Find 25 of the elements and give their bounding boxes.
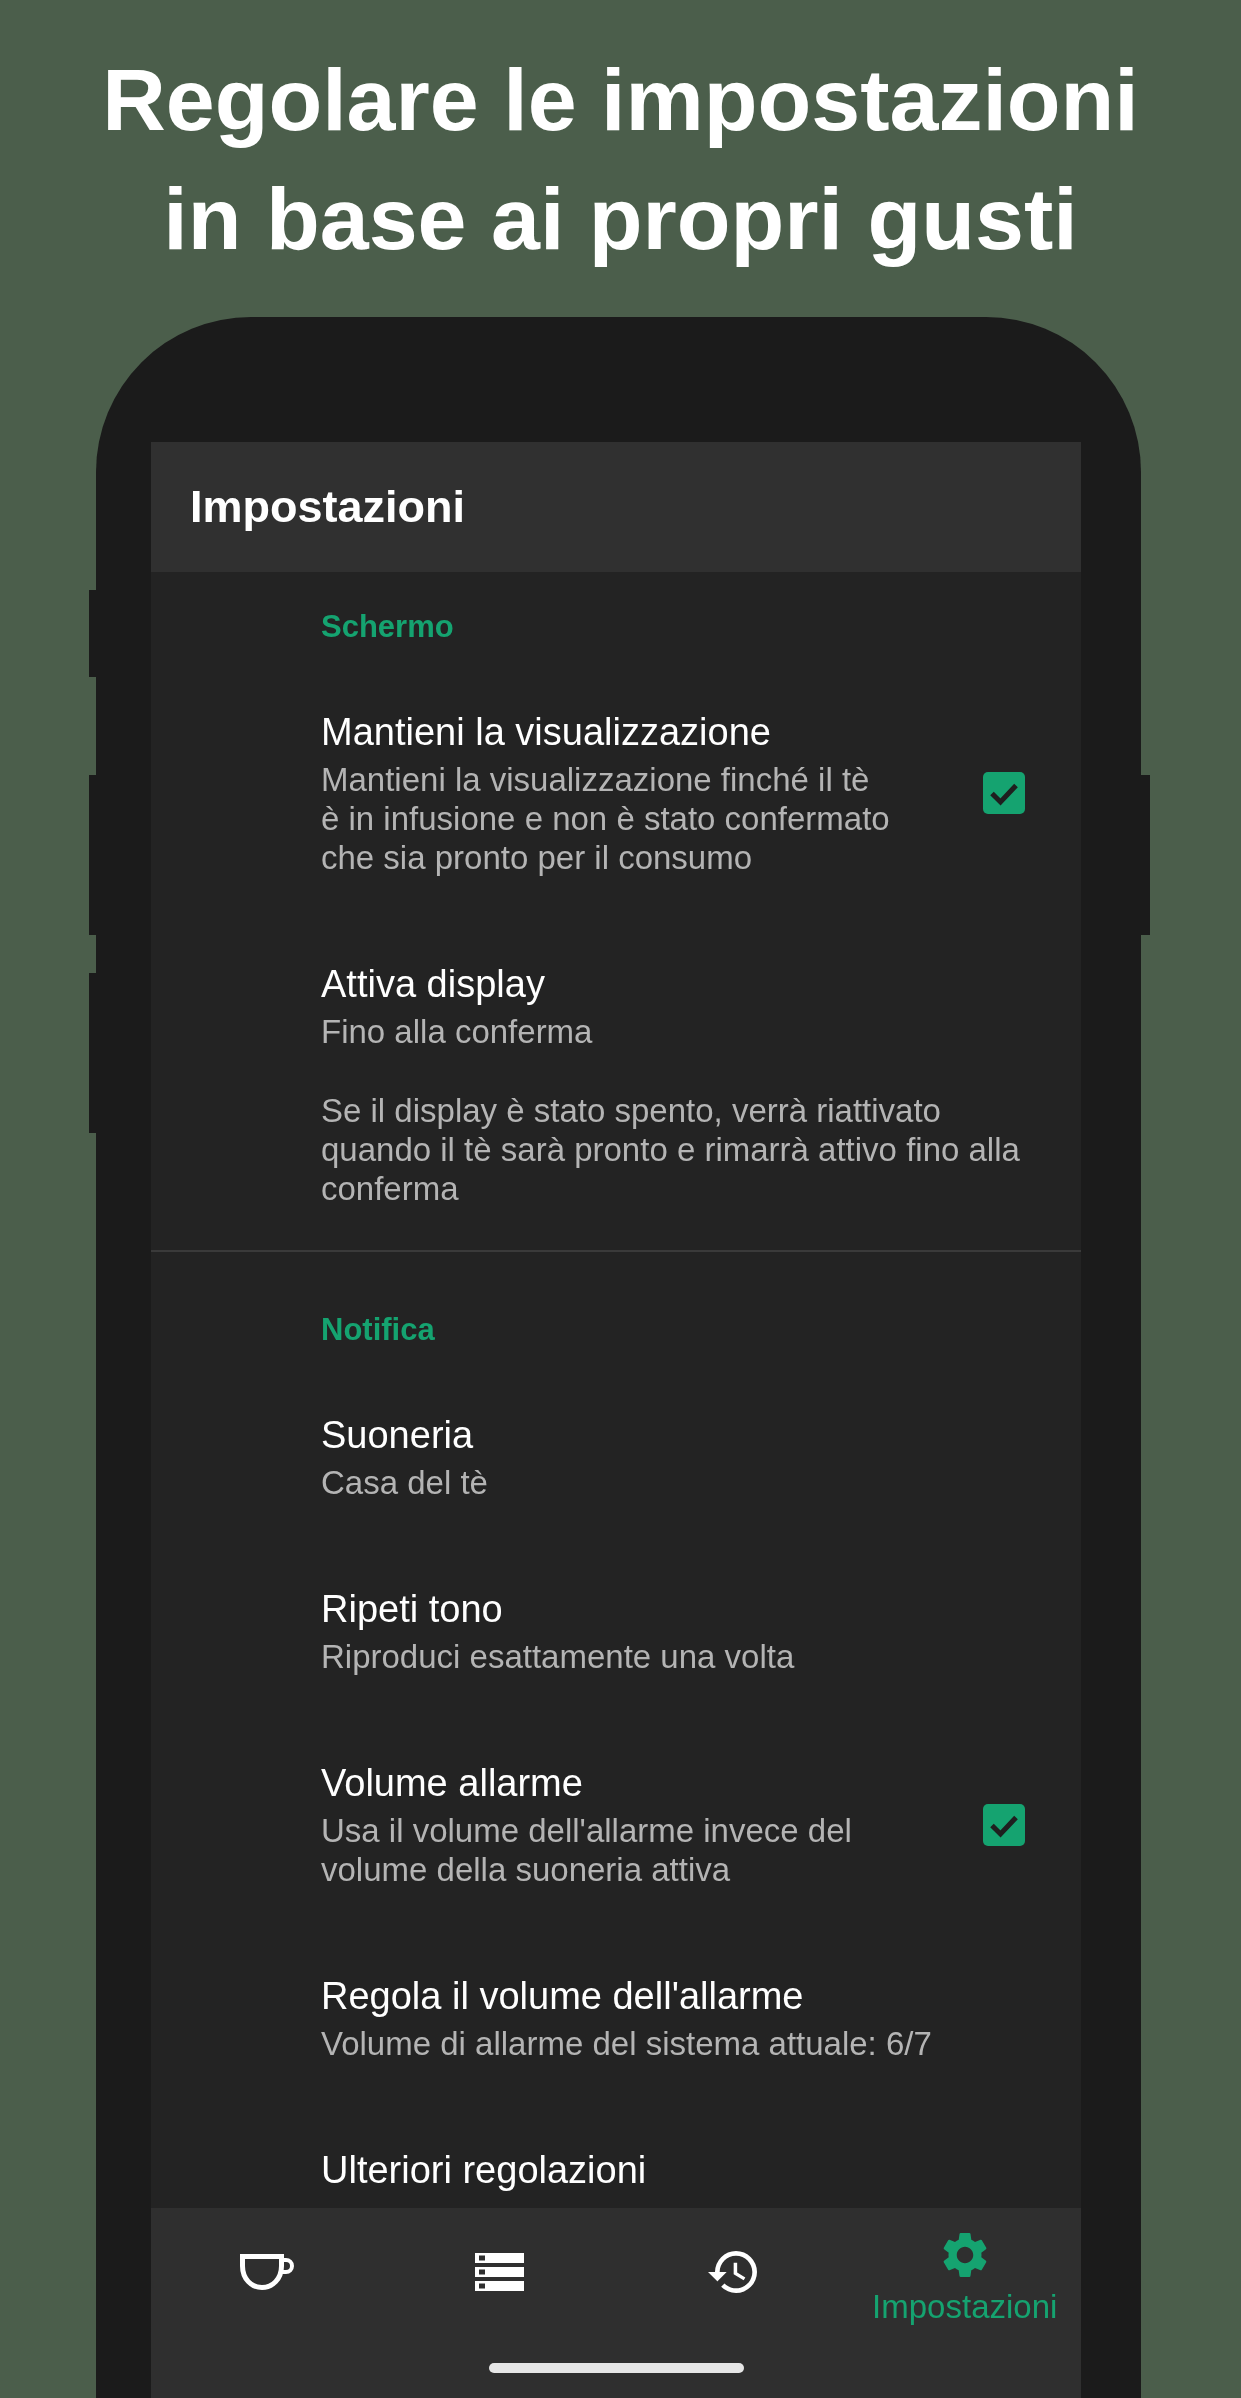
setting-title[interactable]: Suoneria [321,1412,474,1458]
headline: Regolare le impostazioni in base ai propri gusti [102,49,1139,270]
setting-summary: Casa del tè [321,1463,488,1502]
list-icon [475,2252,525,2291]
setting-title[interactable]: Mantieni la visualizzazione [321,709,771,755]
history-icon [707,2250,757,2293]
setting-title[interactable]: Volume allarme [321,1760,583,1806]
setting-title[interactable]: Regola il volume dell'allarme [321,1973,804,2019]
setting-title[interactable]: Ripeti tono [321,1586,503,1632]
section-header: Notifica [321,1311,435,1349]
section-header: Schermo [321,608,454,646]
setting-note: Se il display è stato spento, verrà riattivato quando il tè sarà pronto e rimarrà attivo fino alla conferma [321,1091,1021,1208]
setting-summary: Riproduci esattamente una volta [321,1637,795,1676]
setting-summary: Fino alla conferma [321,1012,593,1051]
checkbox[interactable] [983,1803,1025,1846]
cup-icon [239,2252,296,2291]
app-bar-title: Impostazioni [190,480,465,534]
setting-summary: Usa il volume dell'allarme invece del volume della suoneria attiva [321,1811,853,1889]
setting-title[interactable]: Ulteriori regolazioni [321,2147,647,2193]
setting-summary: Volume di allarme del sistema attuale: 6/7 [321,2024,932,2063]
settings-icon [941,2232,988,2278]
checkbox[interactable] [983,772,1025,814]
setting-title[interactable]: Attiva display [321,961,545,1007]
setting-summary: Mantieni la visualizzazione finché il tè è in infusione e non è stato confermato che sia pronto per il consumo [321,760,891,877]
nav-tab[interactable]: Impostazioni [848,2208,1081,2335]
